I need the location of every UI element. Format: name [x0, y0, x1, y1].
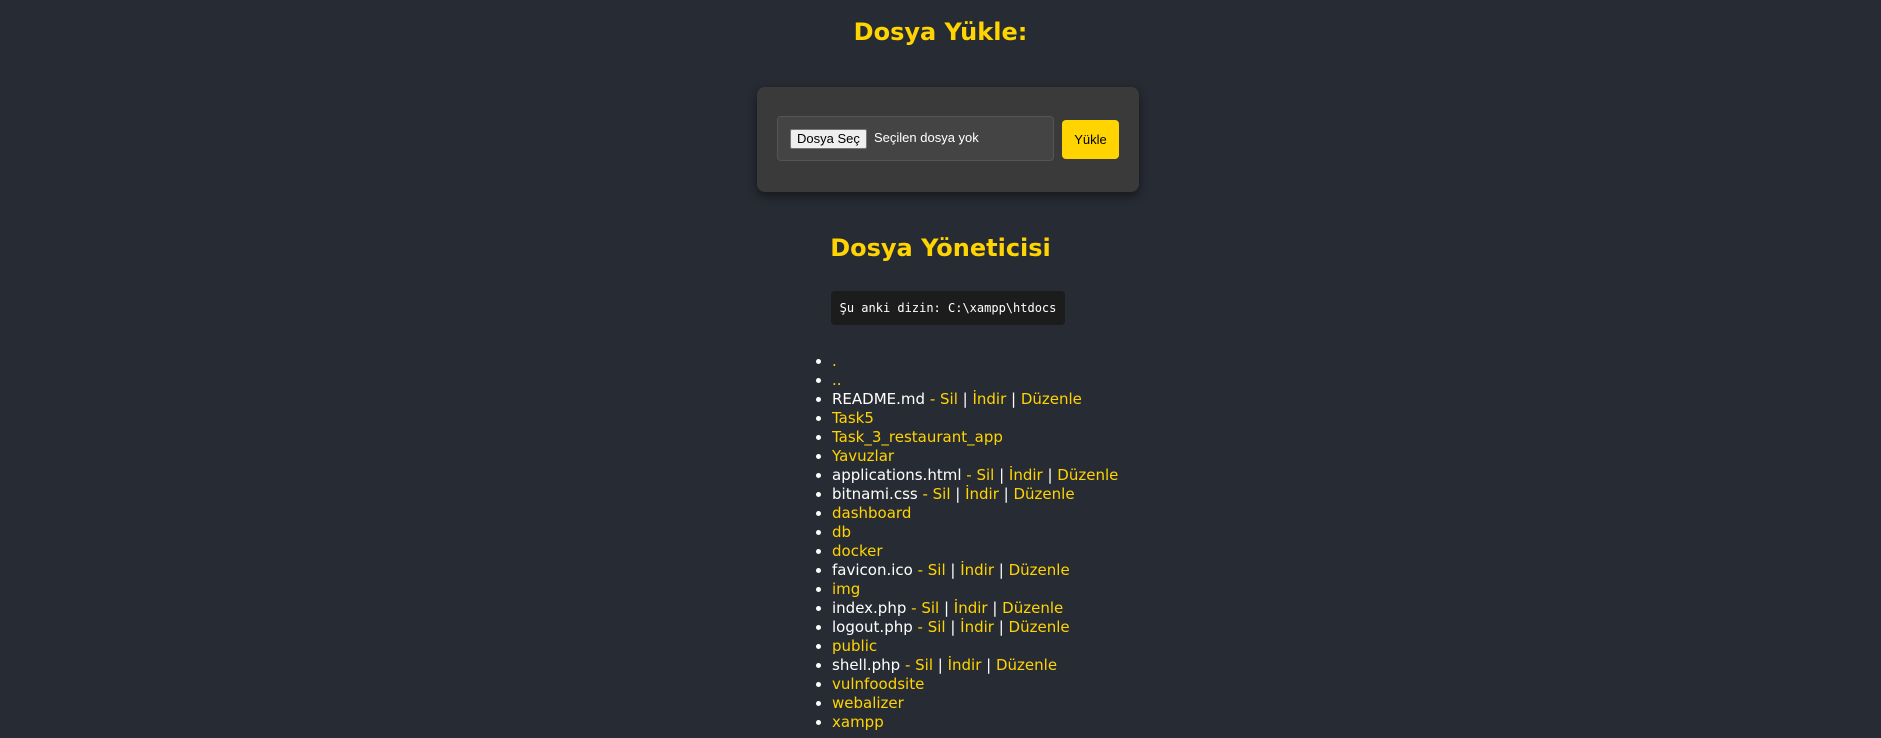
pipe-separator: | — [1006, 390, 1021, 408]
delete-link[interactable]: Sil — [940, 390, 958, 408]
file-item: README.md - Sil | İndir | Düzenle — [832, 390, 1118, 409]
upload-button[interactable]: Yükle — [1062, 120, 1119, 159]
edit-link[interactable]: Düzenle — [1009, 561, 1070, 579]
delete-link[interactable]: Sil — [921, 599, 939, 617]
download-link[interactable]: İndir — [948, 656, 982, 674]
dash-separator: - — [925, 390, 940, 408]
page: Dosya Yükle: Dosya Seç Seçilen dosya yok… — [0, 0, 1881, 738]
edit-link[interactable]: Düzenle — [1014, 485, 1075, 503]
directory-link[interactable]: .. — [832, 371, 842, 389]
edit-link[interactable]: Düzenle — [996, 656, 1057, 674]
directory-item: docker — [832, 542, 1118, 561]
directory-item: public — [832, 637, 1118, 656]
file-name: bitnami.css — [832, 485, 918, 503]
dash-separator: - — [906, 599, 922, 617]
directory-item: webalizer — [832, 694, 1118, 713]
file-list: ...README.md - Sil | İndir | DüzenleTask… — [812, 352, 1118, 732]
directory-item: db — [832, 523, 1118, 542]
upload-form: Dosya Seç Seçilen dosya yok Yükle — [757, 87, 1139, 192]
download-link[interactable]: İndir — [960, 561, 994, 579]
dash-separator: - — [912, 618, 928, 636]
directory-item: Yavuzlar — [832, 447, 1118, 466]
no-file-label: Seçilen dosya yok — [874, 130, 979, 145]
edit-link[interactable]: Düzenle — [1057, 466, 1118, 484]
delete-link[interactable]: Sil — [915, 656, 933, 674]
directory-link[interactable]: public — [832, 637, 877, 655]
delete-link[interactable]: Sil — [928, 618, 946, 636]
dash-separator: - — [900, 656, 916, 674]
pipe-separator: | — [945, 618, 961, 636]
directory-item: Task5 — [832, 409, 1118, 428]
pipe-separator: | — [950, 485, 966, 503]
download-link[interactable]: İndir — [972, 390, 1006, 408]
file-name: shell.php — [832, 656, 901, 674]
file-item: bitnami.css - Sil | İndir | Düzenle — [832, 485, 1118, 504]
directory-link[interactable]: . — [832, 352, 837, 370]
directory-item: img — [832, 580, 1118, 599]
directory-link[interactable]: webalizer — [832, 694, 904, 712]
directory-link[interactable]: db — [832, 523, 851, 541]
download-link[interactable]: İndir — [954, 599, 988, 617]
directory-link[interactable]: img — [832, 580, 860, 598]
file-item: logout.php - Sil | İndir | Düzenle — [832, 618, 1118, 637]
directory-link[interactable]: Task_3_restaurant_app — [832, 428, 1003, 446]
directory-link[interactable]: Yavuzlar — [832, 447, 894, 465]
edit-link[interactable]: Düzenle — [1002, 599, 1063, 617]
file-input[interactable]: Dosya Seç Seçilen dosya yok — [777, 116, 1054, 161]
choose-file-button[interactable]: Dosya Seç — [790, 129, 867, 149]
delete-link[interactable]: Sil — [976, 466, 994, 484]
file-item: index.php - Sil | İndir | Düzenle — [832, 599, 1118, 618]
pipe-separator: | — [1042, 466, 1058, 484]
directory-item: Task_3_restaurant_app — [832, 428, 1118, 447]
file-item: shell.php - Sil | İndir | Düzenle — [832, 656, 1118, 675]
file-name: applications.html — [832, 466, 962, 484]
delete-link[interactable]: Sil — [933, 485, 951, 503]
download-link[interactable]: İndir — [1009, 466, 1043, 484]
directory-item: vulnfoodsite — [832, 675, 1118, 694]
file-name: README.md — [832, 390, 926, 408]
pipe-separator: | — [994, 561, 1009, 579]
directory-item: . — [832, 352, 1118, 371]
file-manager-title: Dosya Yöneticisi — [830, 234, 1051, 262]
dash-separator: - — [917, 485, 933, 503]
edit-link[interactable]: Düzenle — [1021, 390, 1082, 408]
directory-item: dashboard — [832, 504, 1118, 523]
pipe-separator: | — [945, 561, 961, 579]
directory-link[interactable]: vulnfoodsite — [832, 675, 924, 693]
pipe-separator: | — [987, 599, 1003, 617]
file-name: index.php — [832, 599, 907, 617]
directory-link[interactable]: xampp — [832, 713, 884, 731]
current-directory: Şu anki dizin: C:\xampp\htdocs — [831, 291, 1065, 325]
edit-link[interactable]: Düzenle — [1009, 618, 1070, 636]
file-item: applications.html - Sil | İndir | Düzenl… — [832, 466, 1118, 485]
pipe-separator: | — [939, 599, 954, 617]
directory-item: .. — [832, 371, 1118, 390]
delete-link[interactable]: Sil — [928, 561, 946, 579]
pipe-separator: | — [981, 656, 996, 674]
download-link[interactable]: İndir — [965, 485, 999, 503]
directory-link[interactable]: docker — [832, 542, 883, 560]
download-link[interactable]: İndir — [960, 618, 994, 636]
file-item: favicon.ico - Sil | İndir | Düzenle — [832, 561, 1118, 580]
dash-separator: - — [961, 466, 977, 484]
file-name: favicon.ico — [832, 561, 913, 579]
pipe-separator: | — [957, 390, 973, 408]
pipe-separator: | — [993, 618, 1009, 636]
pipe-separator: | — [998, 485, 1014, 503]
dash-separator: - — [912, 561, 928, 579]
directory-item: xampp — [832, 713, 1118, 732]
pipe-separator: | — [994, 466, 1009, 484]
directory-link[interactable]: Task5 — [832, 409, 874, 427]
pipe-separator: | — [933, 656, 948, 674]
file-name: logout.php — [832, 618, 913, 636]
directory-link[interactable]: dashboard — [832, 504, 911, 522]
upload-title: Dosya Yükle: — [853, 18, 1028, 46]
